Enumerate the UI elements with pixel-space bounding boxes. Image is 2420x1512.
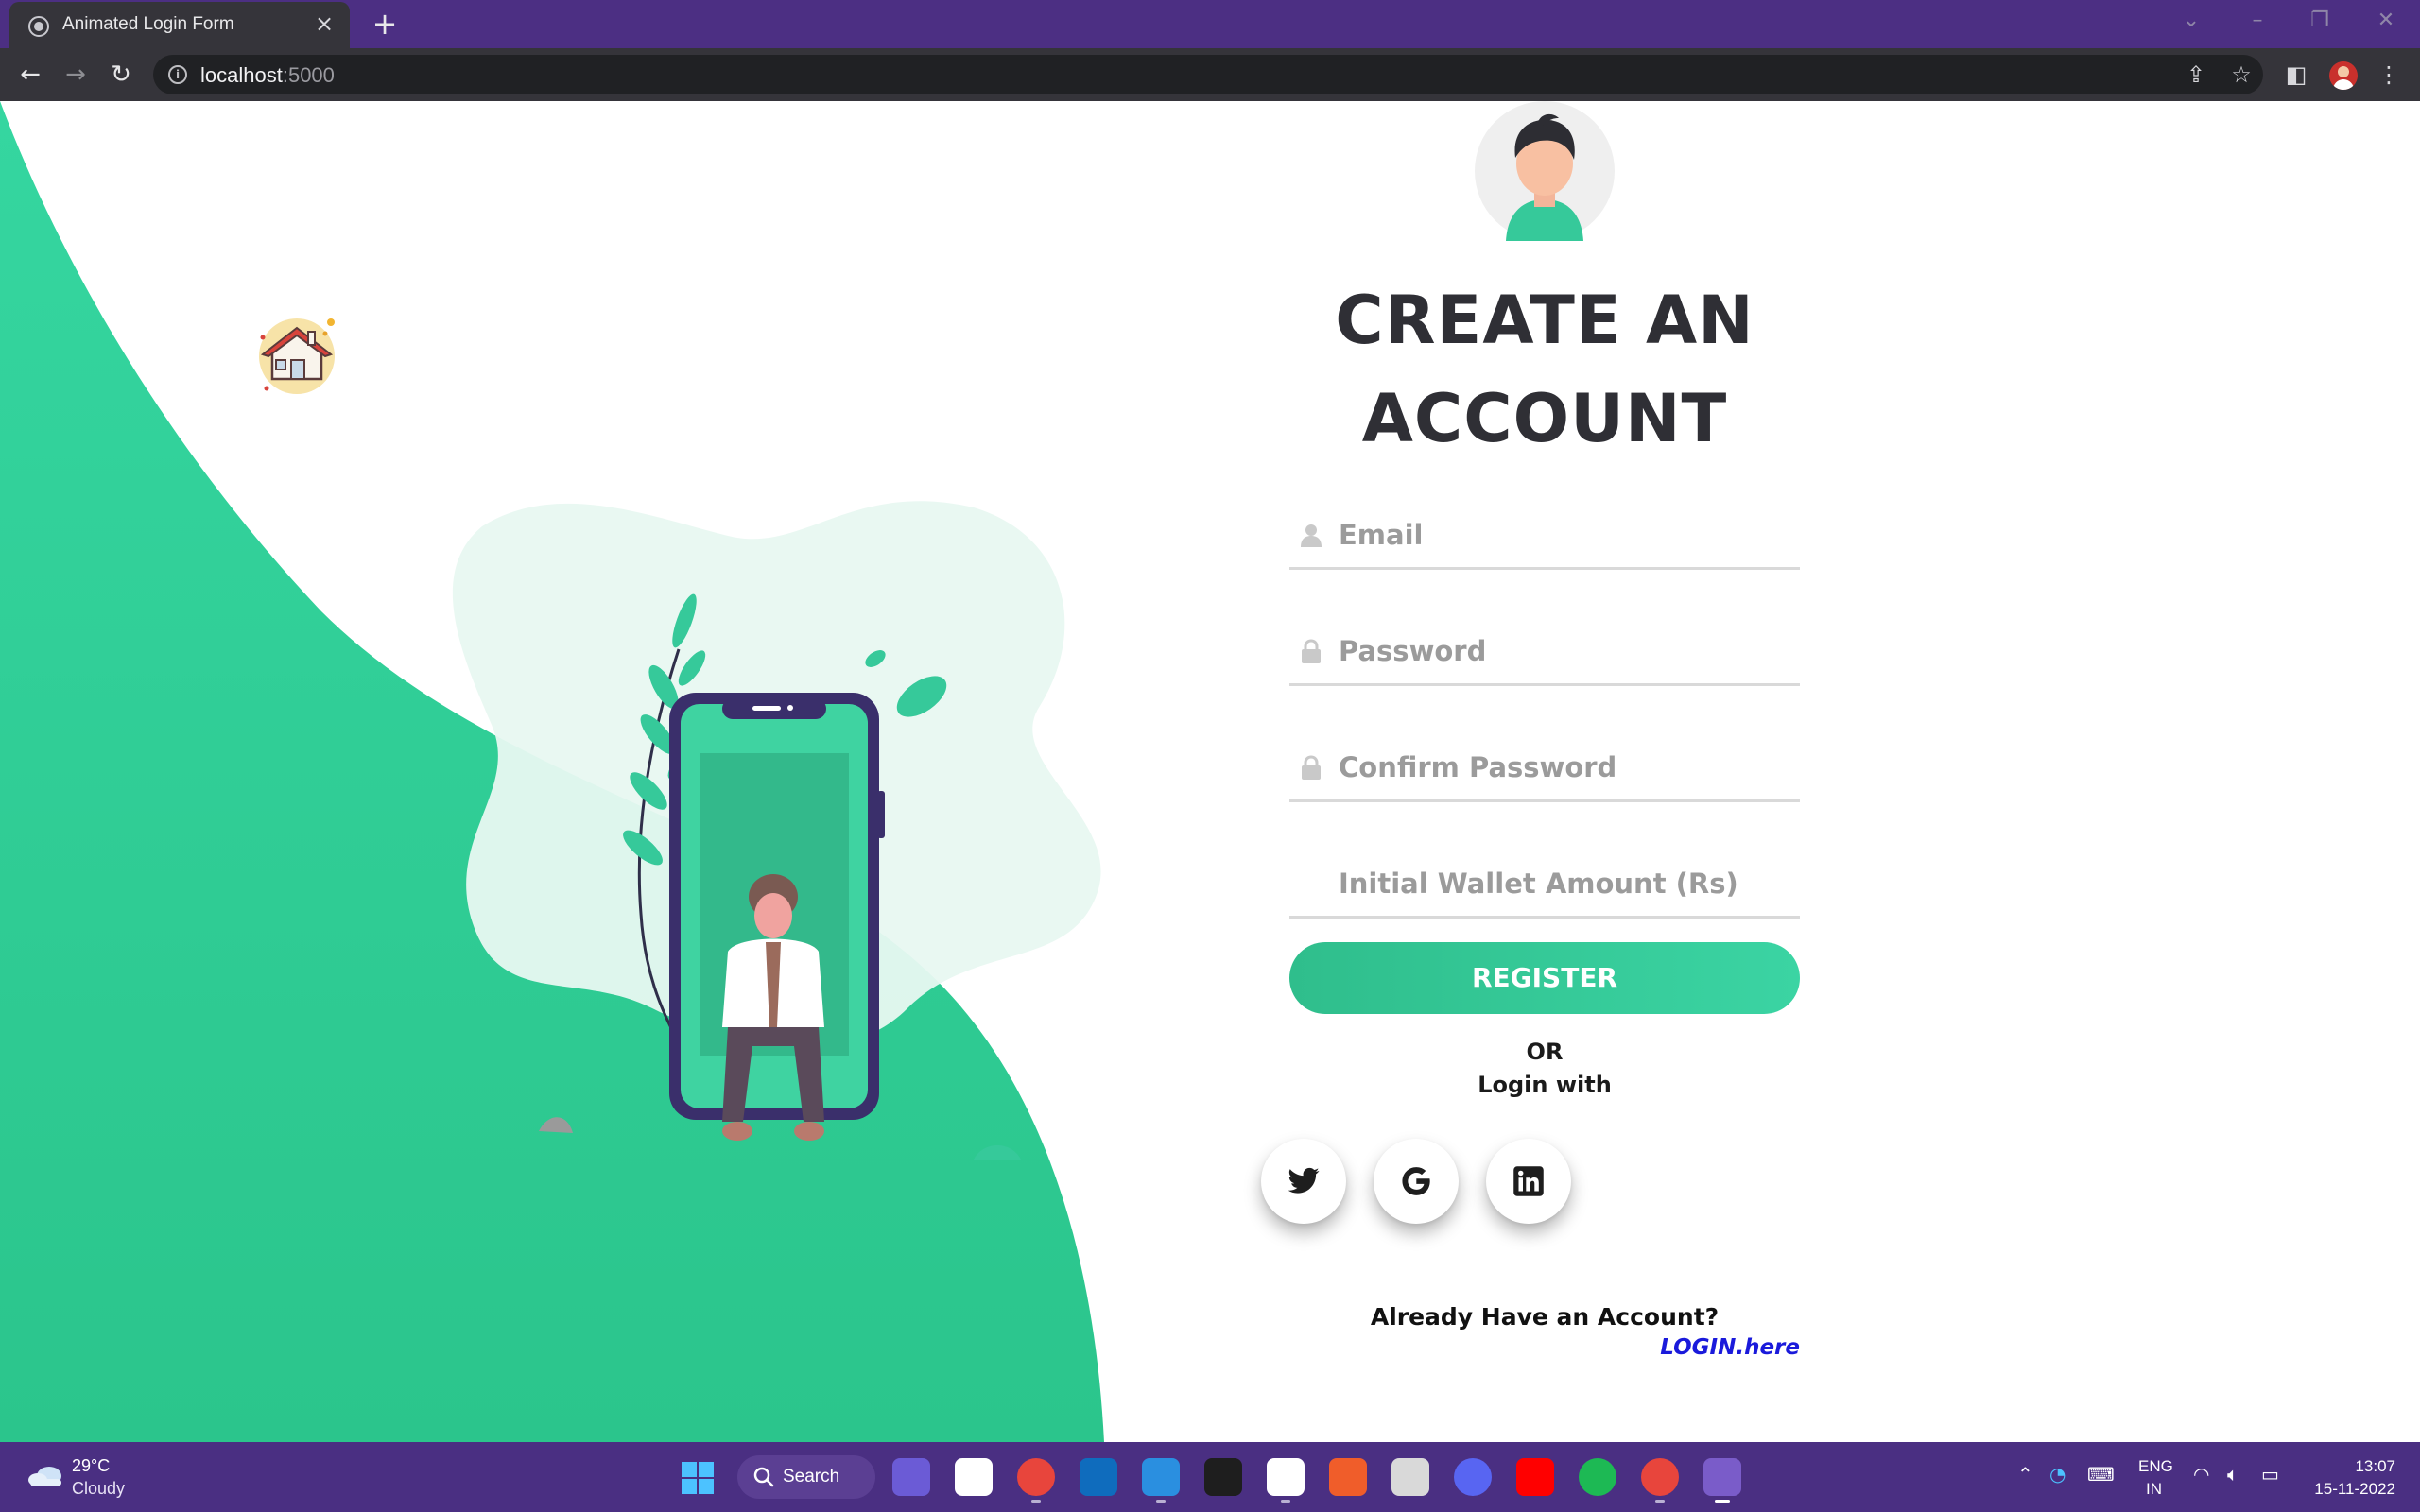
wallet-amount-placeholder: Initial Wallet Amount (Rs): [1339, 868, 1738, 900]
google-button[interactable]: [1374, 1139, 1459, 1224]
notion-icon[interactable]: [1267, 1458, 1305, 1503]
info-icon[interactable]: i: [168, 65, 187, 84]
figma-icon[interactable]: [1204, 1458, 1242, 1496]
reload-icon[interactable]: ↻: [104, 58, 138, 92]
user-avatar-illustration: [1475, 101, 1615, 241]
login-link[interactable]: LOGIN.here: [1607, 1335, 1800, 1360]
clock-date[interactable]: 15-11-2022: [2291, 1480, 2395, 1499]
weather-description[interactable]: Cloudy: [72, 1479, 125, 1499]
tab-title: Animated Login Form: [62, 14, 234, 34]
lock-icon: [1302, 755, 1321, 780]
snipping-tool-icon[interactable]: [1703, 1458, 1741, 1503]
email-field[interactable]: Email: [1289, 498, 1800, 570]
star-icon[interactable]: ☆: [2227, 60, 2256, 89]
password-placeholder: Password: [1339, 635, 1487, 667]
tab-close-icon[interactable]: ×: [312, 11, 337, 36]
wallet-amount-field[interactable]: Initial Wallet Amount (Rs): [1289, 847, 1800, 919]
clock-time[interactable]: 13:07: [2310, 1457, 2395, 1476]
new-tab-button[interactable]: +: [369, 8, 401, 40]
chevron-up-icon[interactable]: ⌃: [2017, 1463, 2033, 1486]
user-icon: [1301, 524, 1322, 547]
youtube-icon[interactable]: [1516, 1458, 1554, 1496]
or-text: OR: [1526, 1039, 1564, 1065]
twitter-icon: [1288, 1167, 1320, 1194]
page-title: CREATE AN ACCOUNT: [1257, 271, 1832, 468]
teams-icon[interactable]: [892, 1458, 930, 1496]
profile-avatar[interactable]: [2329, 61, 2358, 90]
linkedin-icon: [1513, 1166, 1544, 1196]
lock-icon: [1302, 639, 1321, 663]
maximize-icon[interactable]: ❐: [2299, 4, 2341, 38]
side-panel-icon[interactable]: ◧: [2282, 60, 2310, 89]
twitter-button[interactable]: [1261, 1139, 1346, 1224]
taskbar-search[interactable]: Search: [737, 1455, 875, 1499]
keyboard-icon[interactable]: ⌨: [2087, 1463, 2115, 1486]
language-line-2[interactable]: IN: [2146, 1480, 2162, 1499]
cloud-icon[interactable]: [26, 1463, 64, 1487]
spotify-icon[interactable]: [1579, 1458, 1616, 1496]
share-icon[interactable]: ⇪: [2182, 60, 2210, 89]
confirm-password-placeholder: Confirm Password: [1339, 751, 1617, 783]
weather-temperature[interactable]: 29°C: [72, 1456, 110, 1476]
confirm-password-field[interactable]: Confirm Password: [1289, 730, 1800, 802]
unity-icon[interactable]: [1392, 1458, 1429, 1496]
outlook-icon[interactable]: [1080, 1458, 1117, 1496]
page-content: CREATE AN ACCOUNT Email Password Confirm…: [0, 101, 2420, 1442]
forward-arrow-icon[interactable]: →: [59, 58, 93, 92]
minimize-icon[interactable]: –: [2237, 4, 2278, 38]
battery-icon[interactable]: ▭: [2261, 1463, 2279, 1486]
slack-icon[interactable]: [955, 1458, 993, 1496]
tab-search-icon[interactable]: ⌄: [2170, 4, 2212, 38]
email-placeholder: Email: [1339, 519, 1424, 551]
search-label: Search: [783, 1467, 840, 1486]
phone-person-illustration: [452, 501, 1101, 1160]
already-have-account-text: Already Have an Account?: [1370, 1303, 1720, 1331]
brave-icon[interactable]: [1329, 1458, 1367, 1496]
register-button[interactable]: REGISTER: [1289, 942, 1800, 1014]
windows-taskbar: 29°C Cloudy Search ⌃ ◔ ⌨ ENG IN ◠ 🔈︎ ▭ 1…: [0, 1442, 2420, 1512]
browser-tab-bar: Animated Login Form × + ⌄ – ❐ ✕: [0, 0, 2420, 48]
heading-line-2: ACCOUNT: [1361, 380, 1728, 457]
browser-tab[interactable]: Animated Login Form ×: [9, 2, 350, 48]
volume-icon[interactable]: 🔈︎: [2227, 1463, 2238, 1486]
clock-app-icon[interactable]: ◔: [2049, 1463, 2066, 1486]
linkedin-button[interactable]: [1486, 1139, 1571, 1224]
vscode-icon[interactable]: [1142, 1458, 1180, 1503]
url-text: localhost:5000: [200, 63, 335, 87]
heading-line-1: CREATE AN: [1335, 282, 1754, 359]
kebab-menu-icon[interactable]: ⋮: [2375, 60, 2403, 89]
close-window-icon[interactable]: ✕: [2365, 4, 2407, 38]
login-with-text: Login with: [1478, 1072, 1612, 1098]
globe-icon: [28, 16, 49, 37]
discord-icon[interactable]: [1454, 1458, 1492, 1496]
home-icon[interactable]: [253, 311, 340, 398]
address-bar[interactable]: i localhost:5000: [153, 55, 2263, 94]
chrome-icon[interactable]: [1017, 1458, 1055, 1503]
wifi-icon[interactable]: ◠: [2193, 1463, 2209, 1486]
chrome-profile-icon[interactable]: [1641, 1458, 1679, 1503]
back-arrow-icon[interactable]: ←: [13, 58, 47, 92]
browser-toolbar: ← → ↻ i localhost:5000 ⇪ ☆ ◧ ⋮: [0, 48, 2420, 101]
search-icon: [753, 1467, 774, 1487]
language-line-1[interactable]: ENG: [2138, 1457, 2173, 1476]
windows-start-icon[interactable]: [681, 1461, 715, 1495]
password-field[interactable]: Password: [1289, 614, 1800, 686]
google-icon: [1402, 1167, 1430, 1195]
